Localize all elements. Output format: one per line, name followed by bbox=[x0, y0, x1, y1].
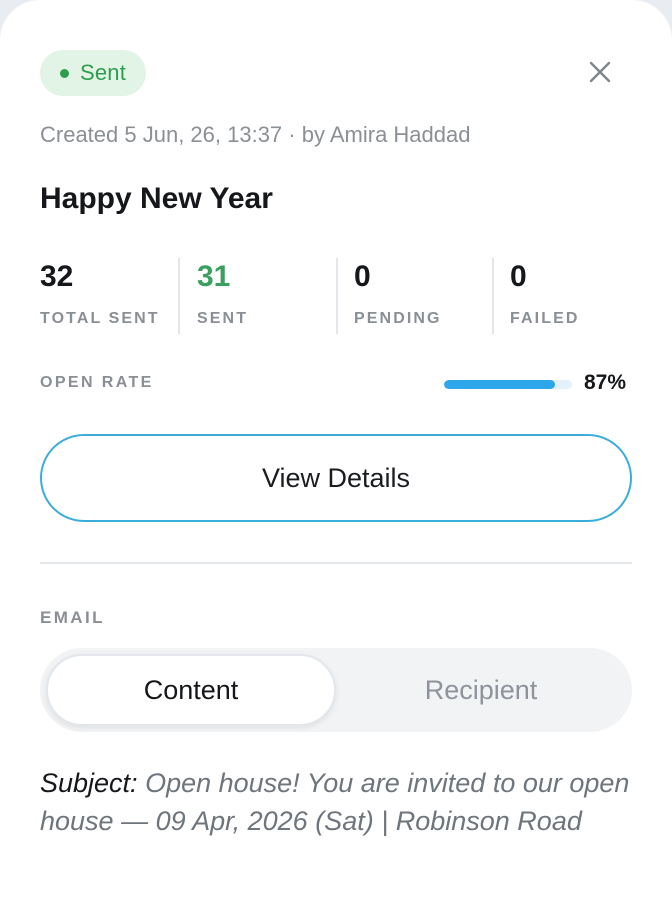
stat-divider bbox=[336, 258, 338, 334]
open-rate-label: OPEN RATE bbox=[40, 374, 154, 391]
tab-recipient[interactable]: Recipient bbox=[336, 654, 626, 726]
email-section-label: EMAIL bbox=[40, 608, 105, 627]
stat-value: 0 bbox=[354, 260, 371, 293]
view-details-button[interactable]: View Details bbox=[40, 434, 632, 522]
stat-label: PENDING bbox=[354, 310, 442, 327]
status-dot-icon bbox=[60, 68, 69, 78]
stat-label: FAILED bbox=[510, 310, 580, 327]
tab-content[interactable]: Content bbox=[46, 654, 336, 726]
stat-label: SENT bbox=[197, 310, 249, 327]
stat-value: 0 bbox=[510, 260, 527, 293]
section-divider bbox=[40, 562, 632, 564]
stats-row: 32 TOTAL SENT 31 SENT 0 PENDING 0 FAILED bbox=[40, 258, 632, 336]
status-label: Sent bbox=[80, 60, 127, 85]
close-button[interactable] bbox=[580, 52, 620, 92]
status-badge: Sent bbox=[40, 50, 147, 96]
email-subject: Subject: Open house! You are invited to … bbox=[40, 764, 640, 840]
stat-label: TOTAL SENT bbox=[40, 310, 160, 327]
email-tabs: Content Recipient bbox=[40, 648, 632, 732]
stat-value: 32 bbox=[40, 260, 74, 293]
open-rate-progress-fill bbox=[444, 380, 556, 389]
subject-key: Subject: bbox=[40, 768, 138, 798]
campaign-detail-panel: Sent Created 5 Jun, 26, 13:37 · by Amira… bbox=[0, 0, 672, 900]
open-rate-progress bbox=[444, 380, 572, 389]
stat-divider bbox=[178, 258, 180, 334]
stat-divider bbox=[492, 258, 494, 334]
open-rate-value: 87% bbox=[584, 371, 627, 394]
campaign-title: Happy New Year bbox=[40, 182, 273, 215]
stat-value: 31 bbox=[197, 260, 231, 293]
close-icon bbox=[589, 61, 611, 83]
created-meta: Created 5 Jun, 26, 13:37 · by Amira Hadd… bbox=[40, 122, 471, 147]
